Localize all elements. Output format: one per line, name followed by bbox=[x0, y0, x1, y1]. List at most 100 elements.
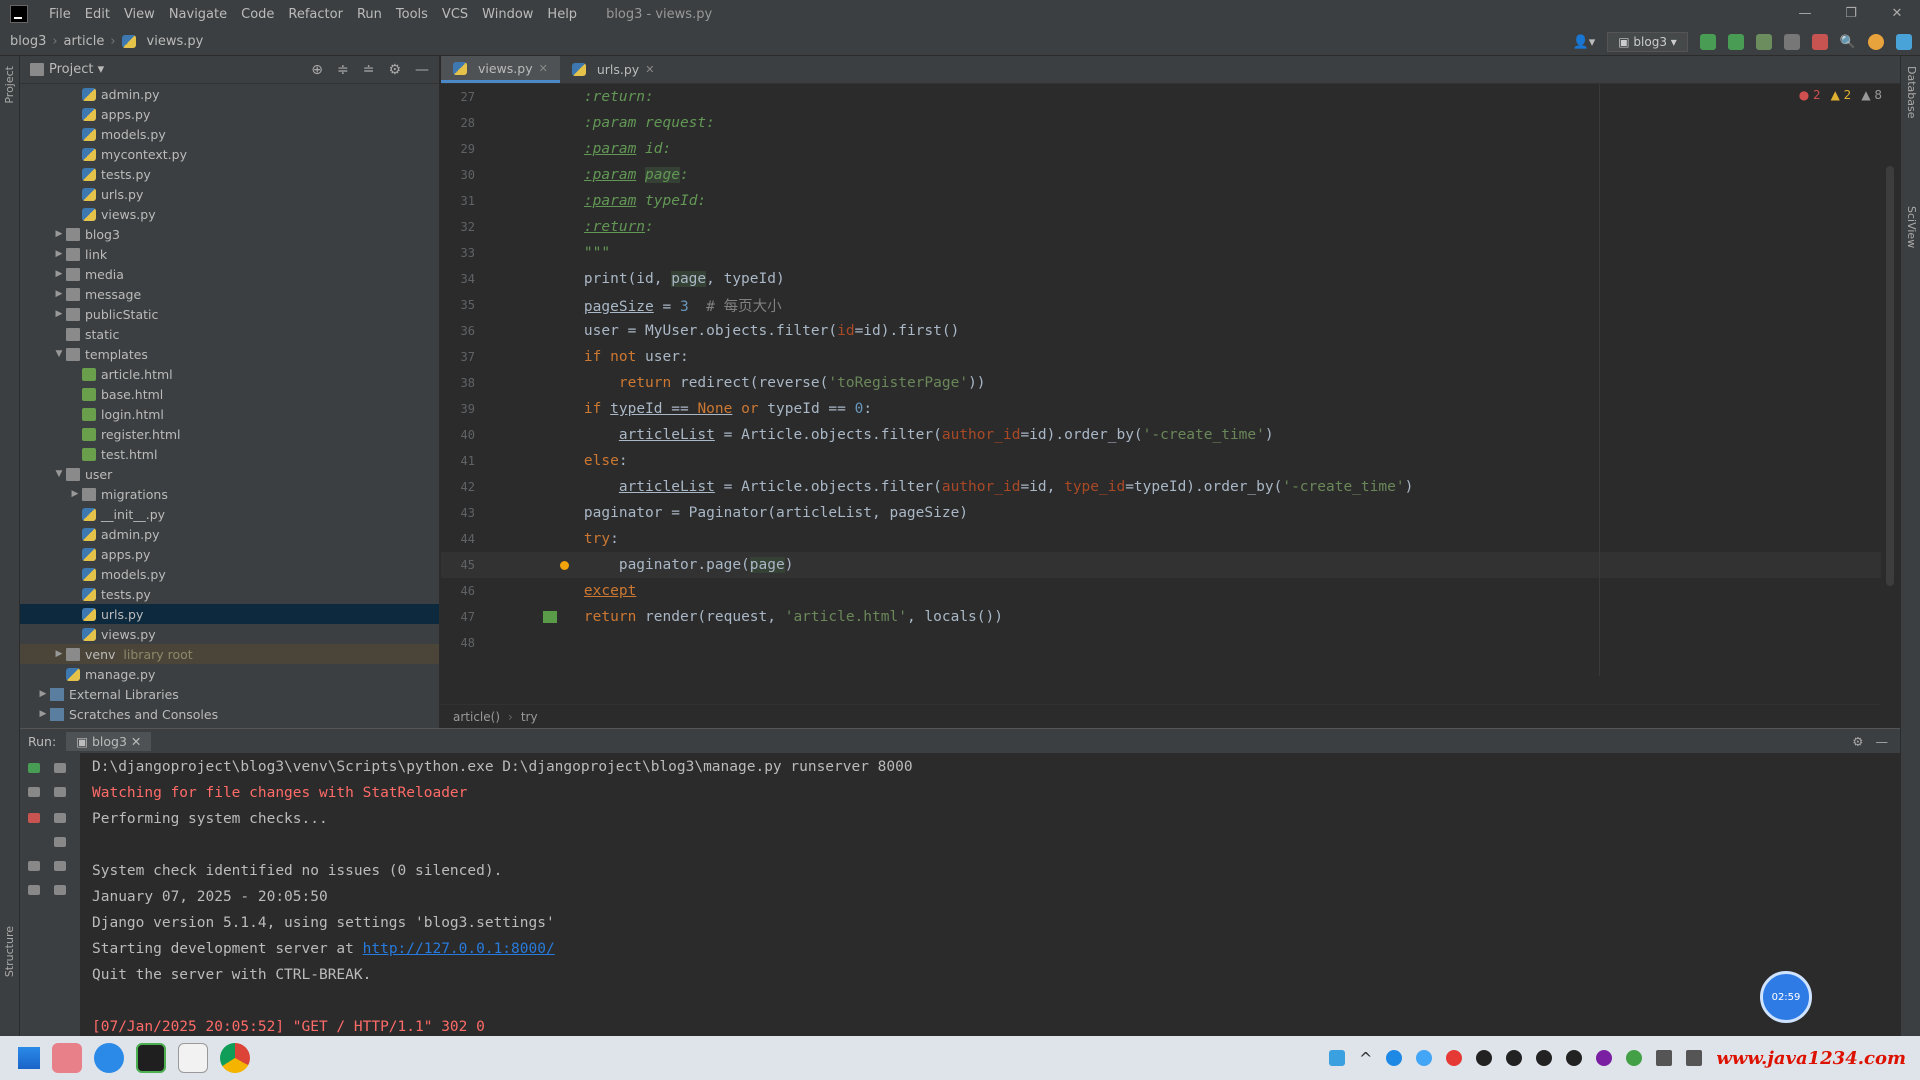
chevron-down-icon[interactable]: ▼ bbox=[52, 349, 66, 359]
chevron-right-icon[interactable]: ▶ bbox=[52, 649, 66, 659]
chrome-icon[interactable] bbox=[220, 1043, 250, 1073]
project-panel-title[interactable]: Project bbox=[49, 62, 93, 77]
tree-item[interactable]: ▶ External Libraries bbox=[20, 684, 439, 704]
layout-icon[interactable] bbox=[28, 861, 40, 871]
tree-item[interactable]: ▶ message bbox=[20, 284, 439, 304]
menu-refactor[interactable]: Refactor bbox=[281, 7, 350, 22]
tree-item[interactable]: ▶ migrations bbox=[20, 484, 439, 504]
chevron-right-icon[interactable]: ▶ bbox=[36, 689, 50, 699]
chevron-right-icon[interactable]: ▶ bbox=[52, 229, 66, 239]
code-line[interactable]: 43 paginator = Paginator(articleList, pa… bbox=[441, 500, 1881, 526]
code-line[interactable]: 31 :param typeId: bbox=[441, 188, 1881, 214]
tray-wechat-icon[interactable] bbox=[1626, 1050, 1643, 1066]
tree-item[interactable]: ▶ link bbox=[20, 244, 439, 264]
tree-item[interactable]: manage.py bbox=[20, 664, 439, 684]
code-line[interactable]: 47 return render(request, 'article.html'… bbox=[441, 604, 1881, 630]
collapse-all-icon[interactable]: ≐ bbox=[363, 62, 375, 78]
code-line[interactable]: 42 articleList = Article.objects.filter(… bbox=[441, 474, 1881, 500]
chevron-right-icon[interactable]: ▶ bbox=[52, 309, 66, 319]
code-line[interactable]: 35 pageSize = 3 # 每页大小 bbox=[441, 292, 1881, 318]
qq-icon[interactable] bbox=[1566, 1050, 1583, 1066]
scroll-down-icon[interactable] bbox=[54, 787, 66, 797]
scroll-up-icon[interactable] bbox=[54, 763, 66, 773]
tree-item[interactable]: ▶ Scratches and Consoles bbox=[20, 704, 439, 724]
close-icon[interactable]: ✕ bbox=[539, 62, 548, 75]
run-tab[interactable]: ▣ blog3 ✕ bbox=[66, 731, 152, 751]
chevron-right-icon[interactable]: ▶ bbox=[36, 709, 50, 719]
scroll-to-end-icon[interactable] bbox=[54, 837, 66, 847]
tray-cloud-icon[interactable] bbox=[1416, 1050, 1433, 1066]
menu-window[interactable]: Window bbox=[475, 7, 540, 22]
tree-item[interactable]: apps.py bbox=[20, 544, 439, 564]
tree-item[interactable]: ▶ media bbox=[20, 264, 439, 284]
rerun-icon[interactable] bbox=[1699, 34, 1716, 50]
chevron-right-icon[interactable]: ▶ bbox=[52, 269, 66, 279]
wrench-icon[interactable] bbox=[28, 787, 40, 797]
code-line[interactable]: 45 paginator.page(page) bbox=[441, 552, 1881, 578]
microphone-icon[interactable] bbox=[1656, 1050, 1673, 1066]
debug-icon[interactable] bbox=[1727, 34, 1744, 50]
soft-wrap-icon[interactable] bbox=[54, 813, 66, 823]
database-tool-tab[interactable]: Database bbox=[1905, 66, 1918, 119]
tree-item[interactable]: ▶ publicStatic bbox=[20, 304, 439, 324]
coverage-icon[interactable] bbox=[1755, 34, 1772, 50]
menu-run[interactable]: Run bbox=[350, 7, 389, 22]
code-line[interactable]: 32 :return: bbox=[441, 214, 1881, 240]
rerun-icon[interactable] bbox=[28, 763, 40, 773]
tree-item[interactable]: ▶ blog3 bbox=[20, 224, 439, 244]
code-line[interactable]: 41 else: bbox=[441, 448, 1881, 474]
code-line[interactable]: 44 try: bbox=[441, 526, 1881, 552]
user-icon[interactable]: 👤▾ bbox=[1573, 35, 1596, 50]
editor-tab[interactable]: views.py ✕ bbox=[441, 56, 560, 83]
chevron-down-icon[interactable]: ▼ bbox=[52, 469, 66, 479]
console-output[interactable]: D:\djangoproject\blog3\venv\Scripts\pyth… bbox=[92, 759, 913, 1045]
crumb-folder[interactable]: article bbox=[64, 34, 105, 49]
crumb-project[interactable]: blog3 bbox=[10, 34, 46, 49]
hide-icon[interactable]: — bbox=[1876, 734, 1889, 749]
run-gutter-icon[interactable] bbox=[543, 611, 557, 623]
chevron-right-icon[interactable]: ▶ bbox=[52, 249, 66, 259]
tray-browser-icon[interactable] bbox=[1386, 1050, 1403, 1066]
tray-app-icon[interactable] bbox=[1328, 1050, 1345, 1066]
code-view[interactable]: 27 :return: 28 :param request: 29 :param i… bbox=[441, 84, 1881, 676]
tree-item[interactable]: urls.py bbox=[20, 184, 439, 204]
code-line[interactable]: 46 except bbox=[441, 578, 1881, 604]
tree-item[interactable]: ▼ templates bbox=[20, 344, 439, 364]
browser-icon[interactable] bbox=[94, 1043, 124, 1073]
menu-vcs[interactable]: VCS bbox=[435, 7, 475, 22]
maximize-button[interactable]: ❐ bbox=[1828, 0, 1874, 28]
code-line[interactable]: 33 """ bbox=[441, 240, 1881, 266]
tree-item[interactable]: ▶ venv library root bbox=[20, 644, 439, 664]
profile-icon[interactable] bbox=[1783, 34, 1800, 50]
code-line[interactable]: 38 return redirect(reverse('toRegisterPa… bbox=[441, 370, 1881, 396]
tree-item[interactable]: views.py bbox=[20, 624, 439, 644]
close-button[interactable]: ✕ bbox=[1874, 0, 1920, 28]
code-line[interactable]: 36 user = MyUser.objects.filter(id=id).f… bbox=[441, 318, 1881, 344]
code-line[interactable]: 28 :param request: bbox=[441, 110, 1881, 136]
close-icon[interactable]: ✕ bbox=[645, 63, 654, 76]
editor-tab[interactable]: urls.py ✕ bbox=[560, 56, 667, 83]
hide-icon[interactable]: — bbox=[415, 62, 429, 78]
server-url-link[interactable]: http://127.0.0.1:8000/ bbox=[363, 941, 555, 957]
tree-item[interactable]: admin.py bbox=[20, 84, 439, 104]
stop-icon[interactable] bbox=[1811, 34, 1828, 50]
code-line[interactable]: 27 :return: bbox=[441, 84, 1881, 110]
menu-code[interactable]: Code bbox=[234, 7, 281, 22]
menu-help[interactable]: Help bbox=[540, 7, 584, 22]
crumb-block[interactable]: try bbox=[521, 710, 538, 724]
tree-item[interactable]: mycontext.py bbox=[20, 144, 439, 164]
sciview-tool-tab[interactable]: SciView bbox=[1905, 206, 1918, 248]
project-tool-tab[interactable]: Project bbox=[3, 66, 16, 104]
tree-item[interactable]: apps.py bbox=[20, 104, 439, 124]
pycharm-taskbar-icon[interactable] bbox=[136, 1043, 166, 1073]
print-icon[interactable] bbox=[54, 861, 66, 871]
tree-item[interactable]: tests.py bbox=[20, 584, 439, 604]
qq-icon[interactable] bbox=[1476, 1050, 1493, 1066]
chevron-up-icon[interactable]: ^ bbox=[1359, 1049, 1372, 1068]
crumb-function[interactable]: article() bbox=[453, 710, 500, 724]
qq-icon[interactable] bbox=[1596, 1050, 1613, 1066]
menu-view[interactable]: View bbox=[117, 7, 162, 22]
chevron-right-icon[interactable]: ▶ bbox=[52, 289, 66, 299]
plugin-icon[interactable] bbox=[1896, 34, 1912, 50]
tree-item[interactable]: tests.py bbox=[20, 164, 439, 184]
